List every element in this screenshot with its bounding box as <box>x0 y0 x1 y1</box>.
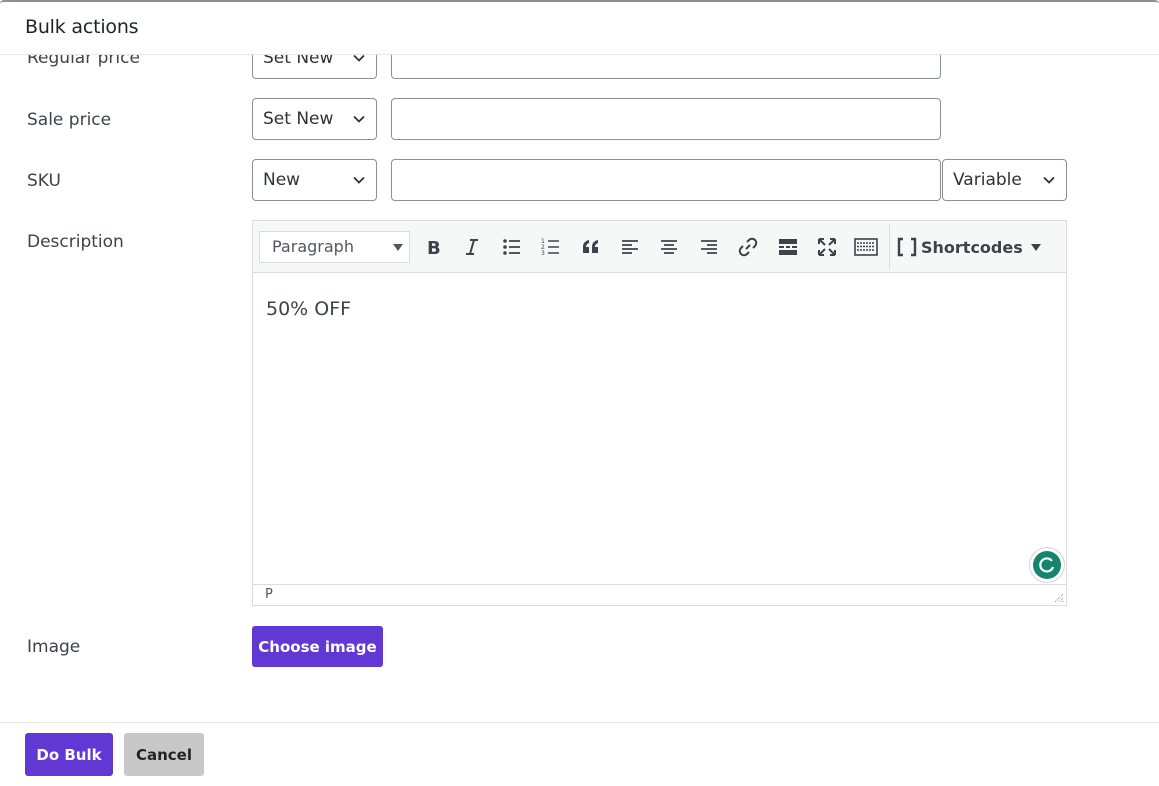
bulleted-list-button[interactable] <box>498 233 526 261</box>
fullscreen-icon <box>818 238 836 256</box>
sku-label: SKU <box>27 171 61 191</box>
align-left-button[interactable] <box>616 233 644 261</box>
link-button[interactable] <box>734 233 762 261</box>
bulleted-list-icon <box>503 239 520 255</box>
caret-down-icon <box>393 244 403 251</box>
grammarly-button[interactable] <box>1030 548 1064 582</box>
blockquote-button[interactable] <box>577 233 605 261</box>
italic-button[interactable] <box>458 233 486 261</box>
shortcodes-label: Shortcodes <box>921 237 1023 257</box>
sale-price-input[interactable] <box>391 98 941 140</box>
editor-content-text: 50% OFF <box>266 298 352 320</box>
image-label: Image <box>27 637 81 657</box>
modal-footer: Do Bulk Cancel <box>0 722 1159 786</box>
sku-type-select[interactable]: Variable <box>942 159 1067 201</box>
align-center-button[interactable] <box>655 233 683 261</box>
bold-button[interactable]: B <box>419 233 447 261</box>
svg-text:3: 3 <box>541 250 545 257</box>
sku-type-value: Variable <box>953 170 1022 190</box>
format-select[interactable]: Paragraph <box>259 231 410 263</box>
chevron-down-icon <box>1043 176 1055 184</box>
sku-mode-value: New <box>263 170 301 190</box>
brackets-icon <box>897 237 917 257</box>
toolbar-toggle-button[interactable] <box>852 233 880 261</box>
modal-header: Bulk actions <box>0 2 1159 55</box>
sale-price-label: Sale price <box>27 110 112 130</box>
editor-content[interactable]: 50% OFF <box>253 274 1066 584</box>
choose-image-button[interactable]: Choose image <box>252 626 383 667</box>
align-center-icon <box>661 240 677 254</box>
align-right-button[interactable] <box>695 233 723 261</box>
modal-body: Regular price Set New Sale price Set New… <box>0 2 1159 722</box>
link-icon <box>738 237 758 257</box>
sale-price-mode-value: Set New <box>263 109 334 129</box>
resize-handle-icon[interactable] <box>1052 591 1064 603</box>
keyboard-toolbar-icon <box>854 238 878 256</box>
sale-price-mode-select[interactable]: Set New <box>252 98 377 140</box>
align-right-icon <box>701 240 717 254</box>
editor-toolbar: Paragraph B 1 2 3 Shortcodes <box>253 221 1066 273</box>
bold-icon: B <box>427 238 441 257</box>
numbered-list-button[interactable]: 1 2 3 <box>537 233 565 261</box>
editor-statusbar: P <box>253 584 1066 605</box>
sku-input[interactable] <box>391 159 941 201</box>
do-bulk-button[interactable]: Do Bulk <box>25 733 113 776</box>
chevron-down-icon <box>353 176 365 184</box>
description-editor: Paragraph B 1 2 3 Shortcodes 50% OFF P <box>252 220 1067 606</box>
grammarly-icon <box>1033 551 1061 579</box>
sku-mode-select[interactable]: New <box>252 159 377 201</box>
blockquote-icon <box>583 240 598 253</box>
caret-down-icon <box>1030 244 1041 251</box>
numbered-list-icon: 1 2 3 <box>541 238 559 257</box>
cancel-button[interactable]: Cancel <box>124 733 204 776</box>
description-label: Description <box>27 232 124 252</box>
modal-title: Bulk actions <box>25 16 139 38</box>
svg-text:B: B <box>427 238 441 257</box>
align-left-icon <box>622 240 638 254</box>
shortcodes-button[interactable]: Shortcodes <box>897 235 1042 259</box>
fullscreen-button[interactable] <box>813 233 841 261</box>
read-more-button[interactable] <box>774 233 802 261</box>
bulk-actions-modal: Regular price Set New Sale price Set New… <box>0 0 1159 786</box>
chevron-down-icon <box>353 115 365 123</box>
toolbar-separator <box>889 225 890 269</box>
italic-icon <box>466 239 478 255</box>
format-select-value: Paragraph <box>272 237 354 256</box>
element-path[interactable]: P <box>265 587 273 602</box>
read-more-icon <box>779 239 797 255</box>
